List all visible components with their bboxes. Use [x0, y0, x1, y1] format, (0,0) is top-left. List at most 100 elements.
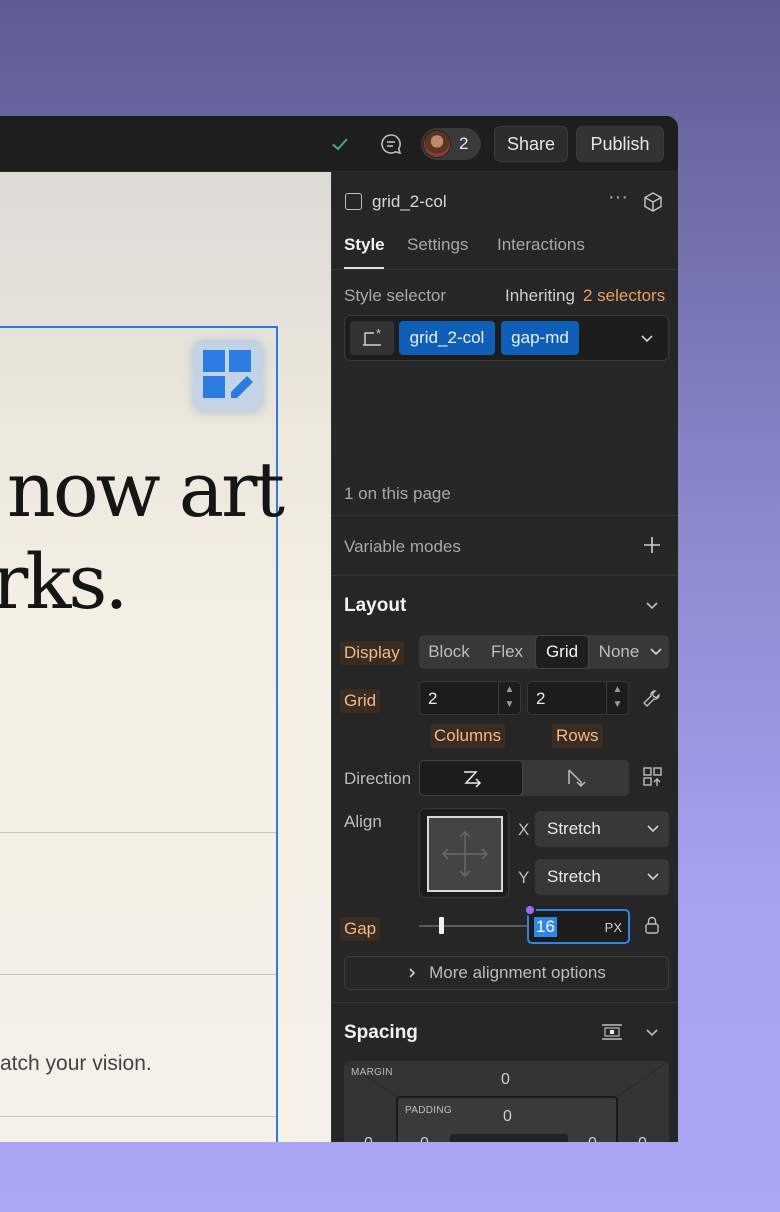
- stretch-arrows-icon: [442, 831, 488, 877]
- chevron-down-icon: [647, 825, 659, 833]
- padding-left-value[interactable]: 0: [420, 1135, 429, 1142]
- caption-text: atch your vision.: [0, 1052, 152, 1075]
- box-model-editor: MARGIN 0 0 0 0 PADDING 0 0 0 0: [344, 1061, 669, 1142]
- display-label: Display: [340, 641, 404, 665]
- tab-settings[interactable]: Settings: [407, 235, 468, 255]
- variable-modes-label: Variable modes: [344, 537, 461, 556]
- rows-value: 2: [536, 689, 546, 708]
- publish-button[interactable]: Publish: [576, 126, 664, 162]
- align-x-select[interactable]: Stretch: [535, 811, 669, 847]
- design-canvas[interactable]: now art rks. atch your vision.: [0, 172, 331, 1142]
- inheriting-label: Inheriting: [505, 286, 575, 305]
- alignment-box[interactable]: [419, 808, 509, 898]
- gap-slider-track[interactable]: [419, 925, 527, 927]
- direction-column-option[interactable]: [523, 760, 629, 796]
- chevron-down-icon[interactable]: [646, 601, 658, 611]
- rows-stepper[interactable]: ▲ ▼: [606, 682, 628, 714]
- padding-right-value[interactable]: 0: [588, 1135, 597, 1142]
- grid-label: Grid: [340, 689, 381, 713]
- margin-top-value[interactable]: 0: [501, 1071, 510, 1089]
- svg-text:*: *: [376, 326, 381, 341]
- plus-icon[interactable]: [643, 536, 661, 554]
- chevron-down-icon[interactable]: [640, 333, 654, 345]
- content-box: [450, 1134, 568, 1142]
- columns-input[interactable]: 2 ▲ ▼: [419, 681, 521, 715]
- divider: [332, 515, 678, 516]
- hero-heading: now art rks.: [0, 444, 285, 628]
- collaborators[interactable]: 2: [421, 128, 481, 160]
- chevron-down-icon[interactable]: [646, 1028, 658, 1038]
- margin-left-value[interactable]: 0: [364, 1135, 373, 1142]
- divider: [0, 974, 276, 975]
- avatar: [423, 130, 451, 158]
- more-alignment-label: More alignment options: [429, 963, 606, 982]
- style-panel: grid_2-col ··· Style Settings Interactio…: [331, 172, 678, 1142]
- tab-interactions[interactable]: Interactions: [497, 235, 585, 255]
- top-bar: 2 Share Publish: [0, 116, 678, 172]
- divider: [0, 832, 276, 833]
- element-name: grid_2-col: [372, 192, 447, 211]
- lock-icon[interactable]: [644, 916, 660, 934]
- columns-label: Columns: [430, 724, 506, 748]
- display-toggle: Block Flex Grid None: [419, 635, 669, 669]
- gap-unit[interactable]: PX: [605, 920, 622, 935]
- alignment-preview: [427, 816, 503, 892]
- chevron-down-icon: [647, 873, 659, 881]
- gap-value: 16: [534, 917, 557, 937]
- rows-input[interactable]: 2 ▲ ▼: [527, 681, 629, 715]
- hero-line-2: rks.: [0, 537, 129, 626]
- align-x-label: X: [518, 820, 530, 839]
- more-options-icon[interactable]: ···: [608, 186, 628, 209]
- collaborator-count: 2: [459, 134, 469, 153]
- align-label: Align: [344, 812, 382, 831]
- chevron-right-icon: [409, 968, 416, 978]
- align-y-label: Y: [518, 868, 530, 887]
- comment-icon[interactable]: [379, 132, 403, 156]
- rows-label: Rows: [552, 724, 603, 748]
- divider: [0, 1116, 276, 1117]
- grid-edit-icon[interactable]: [193, 340, 263, 410]
- padding-label: PADDING: [405, 1105, 452, 1116]
- share-button[interactable]: Share: [494, 126, 568, 162]
- hero-line-1: now art: [6, 445, 285, 534]
- grid-flow-icon[interactable]: [642, 766, 664, 788]
- chevron-down-icon[interactable]: [650, 647, 662, 657]
- selector-state-icon[interactable]: *: [350, 321, 394, 355]
- layout-section-title: Layout: [344, 595, 407, 616]
- margin-right-value[interactable]: 0: [638, 1135, 647, 1142]
- selector-input[interactable]: * grid_2-col gap-md: [344, 315, 669, 361]
- align-y-value: Stretch: [547, 867, 601, 886]
- display-flex-option[interactable]: Flex: [479, 635, 535, 669]
- element-checkbox-icon[interactable]: [345, 193, 362, 210]
- display-grid-option[interactable]: Grid: [535, 635, 589, 669]
- padding-top-value[interactable]: 0: [503, 1108, 512, 1126]
- wrench-icon[interactable]: [641, 689, 661, 709]
- display-block-option[interactable]: Block: [419, 635, 479, 669]
- selector-chip[interactable]: grid_2-col: [399, 321, 495, 355]
- component-icon[interactable]: [642, 191, 664, 213]
- selector-usage: 1 on this page: [344, 484, 451, 503]
- divider: [332, 575, 678, 576]
- columns-stepper[interactable]: ▲ ▼: [498, 682, 520, 714]
- inheriting-selectors-link[interactable]: 2 selectors: [583, 286, 665, 306]
- margin-label: MARGIN: [351, 1067, 393, 1078]
- display-none-option[interactable]: None: [589, 635, 649, 669]
- padding-box: PADDING 0 0 0 0: [396, 1096, 618, 1142]
- app-window: 2 Share Publish now art rks. atch your v…: [0, 116, 678, 1142]
- direction-row-option[interactable]: [419, 760, 523, 796]
- saved-check-icon: [332, 138, 348, 151]
- spacing-section-title: Spacing: [344, 1022, 418, 1043]
- gap-input[interactable]: 16 PX: [527, 909, 630, 944]
- selector-chip[interactable]: gap-md: [501, 321, 579, 355]
- tab-style[interactable]: Style: [344, 235, 385, 255]
- direction-label: Direction: [344, 769, 412, 788]
- align-y-select[interactable]: Stretch: [535, 859, 669, 895]
- more-alignment-options-button[interactable]: More alignment options: [344, 956, 669, 990]
- gap-label: Gap: [340, 917, 381, 941]
- columns-value: 2: [428, 689, 438, 708]
- spacing-mode-icon[interactable]: [600, 1022, 624, 1042]
- align-x-value: Stretch: [547, 819, 601, 838]
- gap-slider-handle[interactable]: [439, 917, 444, 934]
- variable-indicator[interactable]: [524, 904, 536, 916]
- direction-toggle: [419, 760, 629, 796]
